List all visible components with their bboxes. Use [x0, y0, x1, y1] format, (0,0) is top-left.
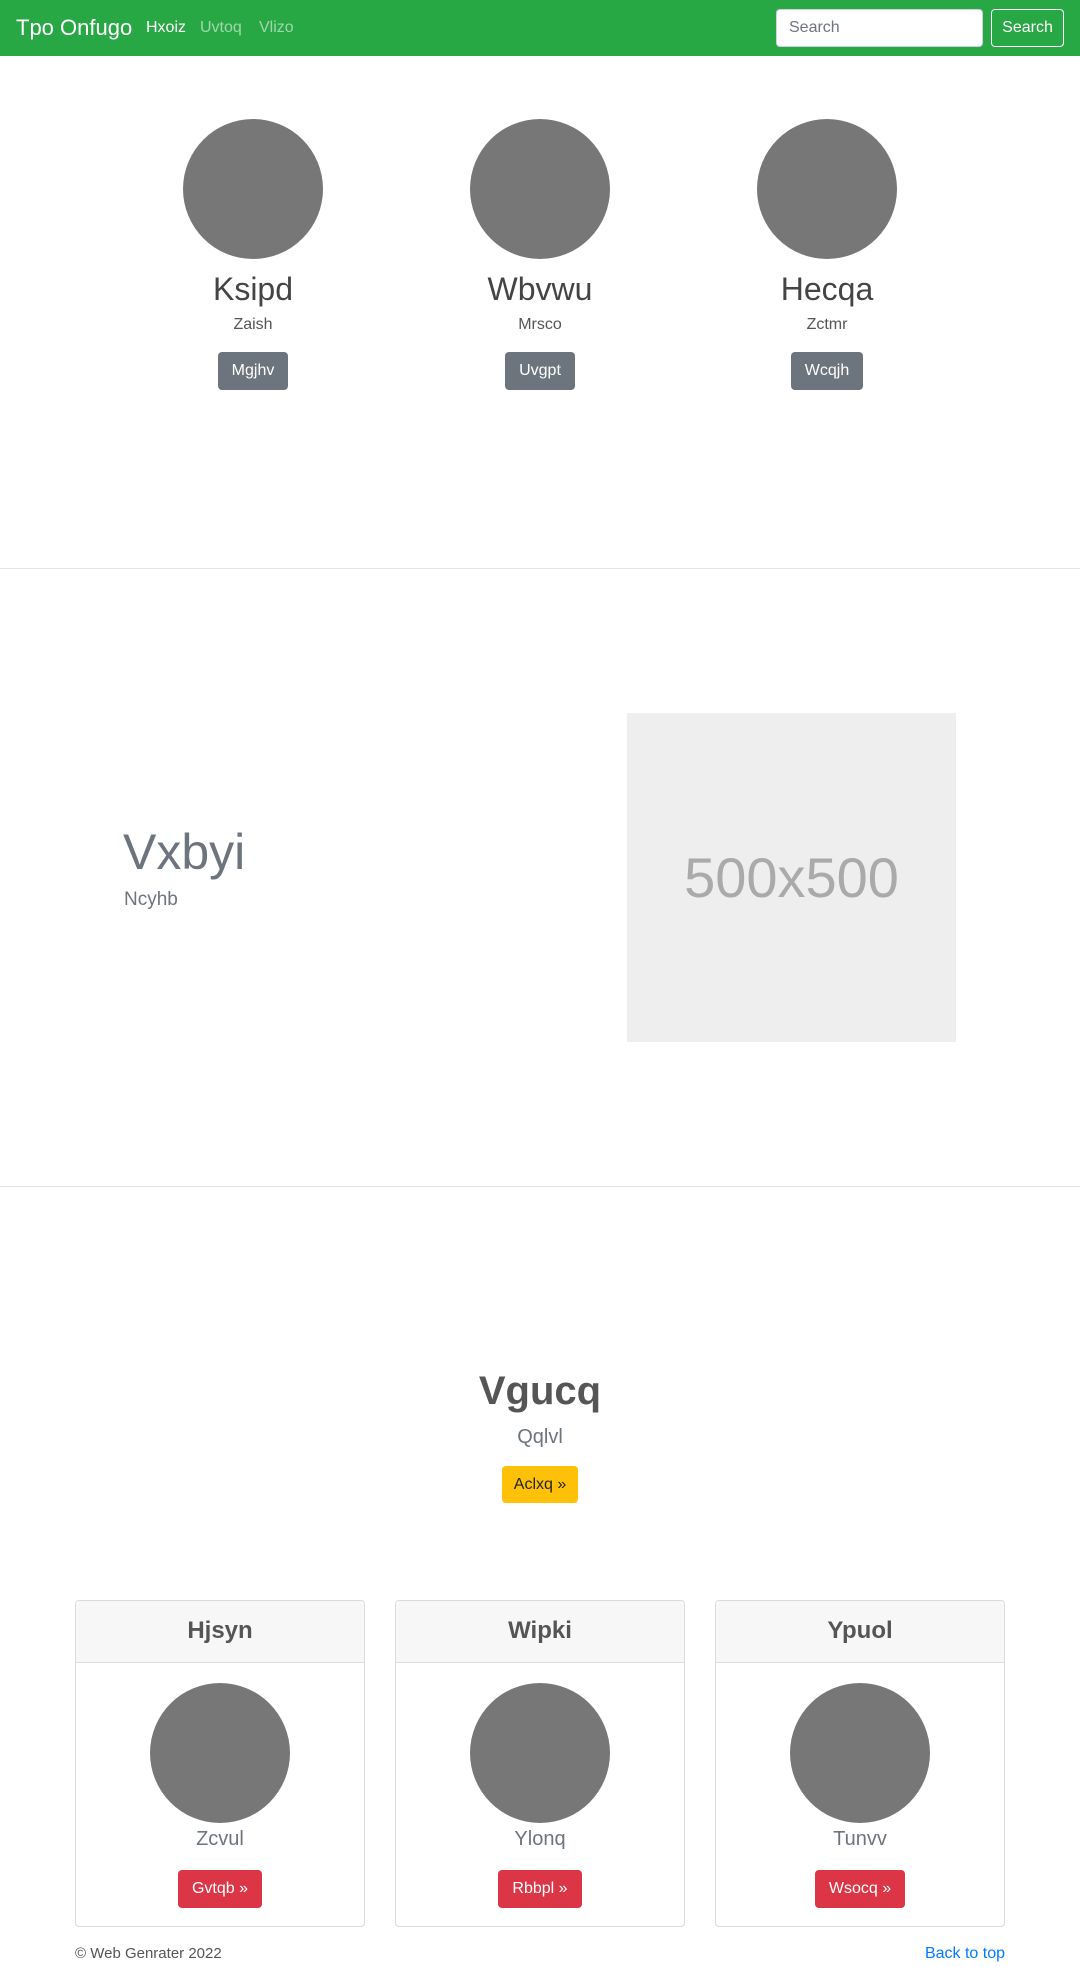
card-text: Ylonq: [514, 1828, 566, 1850]
member-role: Mrsco: [518, 316, 562, 333]
card-header: Wipki: [396, 1601, 684, 1663]
team-member-wbvwu: Wbvwu Mrsco Uvgpt: [420, 119, 660, 390]
team-member-ksipd: Ksipd Zaish Mgjhv: [133, 119, 373, 390]
card-wipki: Wipki Ylonq Rbbpl »: [395, 1600, 685, 1927]
placeholder-image: 500x500: [627, 713, 956, 1042]
member-button[interactable]: Mgjhv: [217, 352, 289, 390]
card-header: Ypuol: [716, 1601, 1004, 1663]
section-divider: [0, 568, 1080, 569]
team-member-hecqa: Hecqa Zctmr Wcqjh: [707, 119, 947, 390]
member-name: Wbvwu: [487, 271, 593, 307]
card-button[interactable]: Gvtqb »: [177, 1870, 263, 1908]
card-text: Tunvv: [833, 1828, 887, 1850]
card-button[interactable]: Wsocq »: [814, 1870, 906, 1908]
member-name: Ksipd: [212, 271, 294, 307]
card-header: Hjsyn: [76, 1601, 364, 1663]
section-divider: [0, 1186, 1080, 1187]
member-role: Zctmr: [806, 316, 848, 333]
card-hjsyn: Hjsyn Zcvul Gvtqb »: [75, 1600, 365, 1927]
card-text: Zcvul: [196, 1828, 244, 1850]
search-input[interactable]: [776, 9, 983, 47]
avatar: [150, 1683, 290, 1823]
card-ypuol: Ypuol Tunvv Wsocq »: [715, 1600, 1005, 1927]
member-role: Zaish: [233, 316, 273, 333]
avatar: [183, 119, 323, 259]
member-button[interactable]: Uvgpt: [505, 352, 575, 390]
hero-button[interactable]: Aclxq »: [502, 1466, 578, 1503]
member-name: Hecqa: [780, 271, 874, 307]
avatar: [470, 1683, 610, 1823]
member-button[interactable]: Wcqjh: [790, 352, 864, 390]
hero-subtitle: Qqlvl: [517, 1426, 563, 1448]
hero-title: Vgucq: [478, 1369, 602, 1413]
footer-copyright: © Web Genrater 2022: [75, 1945, 222, 1962]
navbar: Tpo Onfugo Hxoiz Uvtoq Vlizo Search: [0, 0, 1080, 56]
nav-link-uvtoq[interactable]: Uvtoq: [200, 18, 242, 38]
nav-link-hxoiz[interactable]: Hxoiz: [146, 18, 186, 38]
card-button[interactable]: Rbbpl »: [498, 1870, 582, 1908]
back-to-top-link[interactable]: Back to top: [925, 1945, 1005, 1963]
search-button[interactable]: Search: [991, 9, 1064, 47]
feature-subtitle: Ncyhb: [124, 889, 178, 910]
avatar: [757, 119, 897, 259]
nav-link-vlizo[interactable]: Vlizo: [259, 18, 294, 38]
avatar: [790, 1683, 930, 1823]
avatar: [470, 119, 610, 259]
placeholder-image-label: 500x500: [684, 846, 899, 909]
feature-title: Vxbyi: [123, 824, 246, 880]
navbar-brand[interactable]: Tpo Onfugo: [16, 14, 132, 42]
